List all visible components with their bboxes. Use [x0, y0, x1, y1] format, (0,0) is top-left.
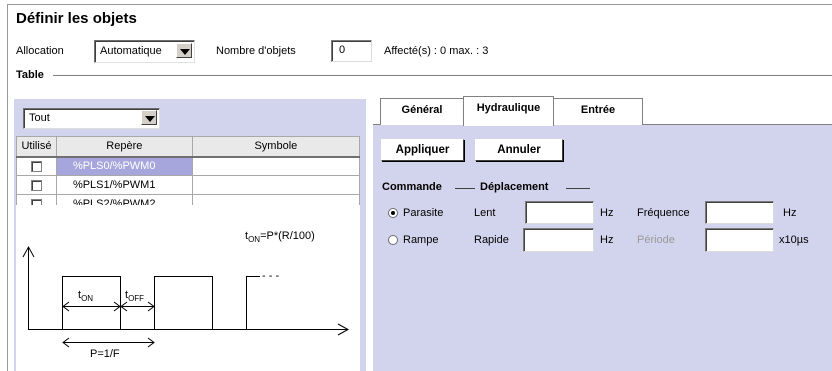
column-header-repere[interactable]: Repère	[55, 136, 193, 158]
waveform-dashes: - - -	[262, 270, 280, 282]
commande-section-label: Commande	[382, 181, 442, 193]
parasite-radio[interactable]	[388, 208, 398, 218]
chevron-down-icon[interactable]	[176, 43, 192, 58]
frequence-input[interactable]	[705, 201, 774, 224]
object-count-input[interactable]: 0	[331, 40, 372, 62]
repere-cell[interactable]: %PLS0/%PWM0	[55, 156, 193, 176]
column-header-used[interactable]: Utilisé	[16, 136, 57, 158]
commande-group-line	[455, 188, 475, 189]
allocation-label: Allocation	[16, 45, 64, 57]
parasite-label[interactable]: Parasite	[403, 207, 443, 219]
symbol-cell[interactable]	[191, 156, 361, 176]
periode-input[interactable]	[705, 228, 774, 252]
frequence-unit: Hz	[783, 207, 797, 219]
rapide-label: Rapide	[474, 234, 509, 246]
table-row[interactable]: %PLS0/%PWM0	[16, 156, 361, 176]
used-checkbox[interactable]	[30, 160, 42, 172]
rapide-unit: Hz	[600, 234, 614, 246]
table-row[interactable]: %PLS1/%PWM1	[16, 175, 361, 195]
pwm-timing-diagram: tON=P*(R/100) tON tOFF - - - P=1/F	[16, 205, 360, 371]
t-off-label: tOFF	[125, 289, 145, 304]
formula-label: tON=P*(R/100)	[245, 230, 315, 245]
deplacement-section-label: Déplacement	[480, 181, 549, 193]
apply-button[interactable]: Appliquer	[381, 139, 464, 161]
tab-hydraulique[interactable]: Hydraulique	[463, 96, 554, 126]
page-title: Définir les objets	[16, 10, 137, 27]
lent-label: Lent	[474, 207, 496, 219]
chevron-down-icon[interactable]	[141, 110, 157, 125]
lent-unit: Hz	[600, 207, 614, 219]
tab-entree[interactable]: Entrée	[553, 98, 643, 125]
table-group-line	[53, 75, 832, 76]
table-group-label: Table	[16, 69, 44, 81]
periode-label: Période	[637, 234, 675, 246]
filter-value: Tout	[29, 112, 50, 124]
frequence-label: Fréquence	[637, 207, 690, 219]
assigned-info: Affecté(s) : 0 max. : 3	[384, 45, 489, 57]
tab-general[interactable]: Général	[380, 98, 464, 125]
cancel-button[interactable]: Annuler	[475, 139, 563, 161]
rampe-radio[interactable]	[388, 235, 398, 245]
symbol-cell[interactable]	[191, 175, 361, 195]
t-on-label: tON	[78, 289, 94, 304]
rapide-input[interactable]	[523, 228, 594, 252]
object-count-label: Nombre d'objets	[216, 45, 296, 57]
allocation-select[interactable]: Automatique	[94, 40, 195, 63]
filter-select[interactable]: Tout	[23, 108, 160, 129]
allocation-value: Automatique	[100, 45, 162, 57]
periode-unit: x10µs	[779, 234, 809, 246]
deplacement-group-line	[566, 188, 590, 189]
used-checkbox[interactable]	[30, 179, 42, 191]
column-header-symbole[interactable]: Symbole	[191, 136, 361, 158]
rampe-label[interactable]: Rampe	[403, 234, 438, 246]
repere-cell[interactable]: %PLS1/%PWM1	[55, 175, 193, 195]
lent-input[interactable]	[525, 201, 594, 224]
period-label: P=1/F	[90, 348, 120, 360]
objects-table: Utilisé Repère Symbole %PLS0/%PWM0 %PLS1…	[16, 136, 361, 214]
object-count-value: 0	[339, 44, 346, 56]
